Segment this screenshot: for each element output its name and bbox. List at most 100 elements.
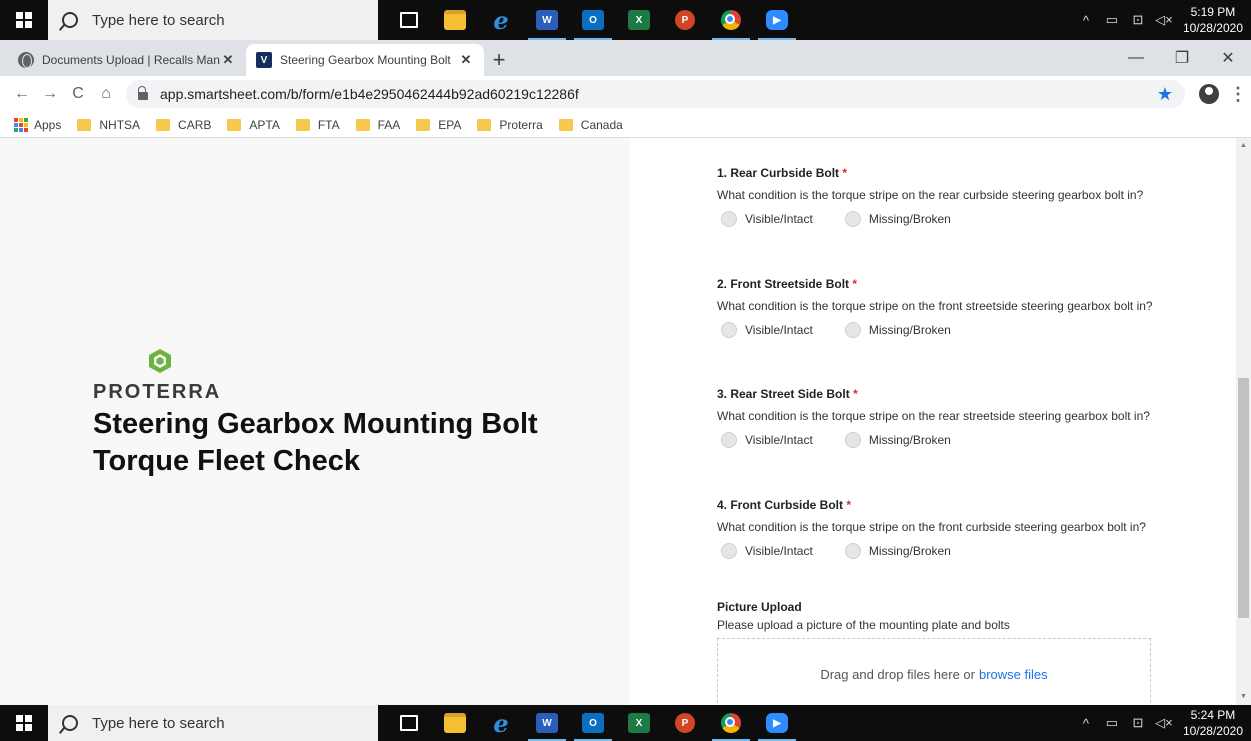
question-title: 1. Rear Curbside Bolt * [717,166,1157,180]
clock-date: 10/28/2020 [1182,21,1243,35]
radio-button[interactable] [844,211,861,227]
bookmark-star-icon[interactable]: ★ [1157,84,1173,105]
chrome-button[interactable] [708,0,754,40]
battery-icon[interactable]: ▭ [1099,12,1125,28]
radio-label: Missing/Broken [868,433,951,447]
excel-button[interactable]: X [616,0,662,40]
taskbar-search-box[interactable]: Type here to search [48,705,378,741]
restore-button[interactable]: ❐ [1159,40,1205,76]
outlook-icon: O [582,713,604,733]
radio-button[interactable] [844,322,861,338]
outlook-button[interactable]: O [570,705,616,741]
radio-option-visible[interactable]: Visible/Intact [717,211,813,227]
excel-button[interactable]: X [616,705,662,741]
radio-button[interactable] [721,432,737,448]
bookmark-carb[interactable]: CARB [156,118,211,132]
radio-option-visible[interactable]: Visible/Intact [717,432,813,448]
chevron-up-icon[interactable]: ^ [1073,716,1099,731]
required-marker: * [853,387,858,401]
internet-explorer-button[interactable]: e [478,0,524,40]
browse-files-link[interactable]: browse files [979,667,1048,705]
radio-option-visible[interactable]: Visible/Intact [717,543,813,559]
bookmark-nhtsa[interactable]: NHTSA [77,118,140,132]
system-tray: ^ ▭ ⊡ ◁× 5:24 PM 10/28/2020 [1073,705,1251,741]
radio-button[interactable] [721,211,737,227]
radio-option-missing[interactable]: Missing/Broken [841,432,951,448]
scrollbar-thumb[interactable] [1238,378,1249,618]
profile-avatar-icon[interactable] [1199,84,1219,104]
radio-button[interactable] [844,543,861,559]
radio-option-missing[interactable]: Missing/Broken [841,322,951,338]
taskbar-bottom: Type here to search e W O X P ▶ ^ ▭ ⊡ ◁×… [0,705,1251,741]
task-view-button[interactable] [386,0,432,40]
network-icon[interactable]: ⊡ [1125,12,1151,28]
new-tab-button[interactable]: + [484,44,514,76]
outlook-button[interactable]: O [570,0,616,40]
more-menu-icon[interactable]: ⋮ [1229,84,1247,105]
bookmark-faa[interactable]: FAA [355,117,401,132]
tab-documents-upload[interactable]: Documents Upload | Recalls Man ✕ [8,44,246,76]
question-3: 3. Rear Street Side Bolt * What conditio… [717,387,1157,448]
radio-button[interactable] [721,322,737,338]
file-dropzone[interactable]: Drag and drop files here or browse files [717,638,1151,705]
word-button[interactable]: W [524,0,570,40]
chrome-button[interactable] [708,705,754,741]
bookmark-apta[interactable]: APTA [227,118,280,132]
task-view-icon [400,715,418,731]
bookmark-apps[interactable]: Apps [14,117,62,132]
volume-muted-icon[interactable]: ◁× [1151,12,1177,28]
zoom-button[interactable]: ▶ [754,705,800,741]
bookmark-label: FAA [377,117,401,132]
radio-group: Visible/Intact Missing/Broken [717,211,1157,227]
folder-icon [295,118,310,131]
scroll-down-icon[interactable]: ▼ [1236,689,1251,705]
close-tab-icon[interactable]: ✕ [220,52,236,68]
proterra-hex-icon [149,349,171,373]
radio-button[interactable] [721,543,737,559]
file-explorer-button[interactable] [432,0,478,40]
proterra-logo: PROTERRA [93,348,243,404]
taskbar-search-box[interactable]: Type here to search [48,0,378,40]
scroll-up-icon[interactable]: ▲ [1236,138,1251,154]
zoom-button[interactable]: ▶ [754,0,800,40]
minimize-button[interactable]: — [1113,40,1159,76]
volume-muted-icon[interactable]: ◁× [1151,715,1177,731]
reload-button[interactable]: C [64,85,92,103]
close-tab-icon[interactable]: ✕ [458,52,474,68]
clock[interactable]: 5:24 PM 10/28/2020 [1177,707,1251,739]
radio-option-missing[interactable]: Missing/Broken [841,211,951,227]
bookmark-fta[interactable]: FTA [295,118,340,132]
battery-icon[interactable]: ▭ [1099,715,1125,731]
internet-explorer-button[interactable]: e [478,705,524,741]
close-window-button[interactable]: ✕ [1205,40,1251,76]
address-bar[interactable]: app.smartsheet.com/b/form/e1b4e295046244… [126,80,1185,108]
page-scrollbar[interactable]: ▲ ▼ [1236,138,1251,705]
bookmark-label: Apps [34,117,62,132]
question-4: 4. Front Curbside Bolt * What condition … [717,498,1157,559]
bookmark-epa[interactable]: EPA [416,118,461,132]
start-button[interactable] [0,0,48,40]
radio-group: Visible/Intact Missing/Broken [717,432,1157,448]
forward-button[interactable]: → [36,85,64,103]
start-button[interactable] [0,705,48,741]
upload-description: Please upload a picture of the mounting … [717,618,1010,632]
word-button[interactable]: W [524,705,570,741]
radio-option-visible[interactable]: Visible/Intact [717,322,813,338]
question-title-text: 2. Front Streetside Bolt [717,277,850,291]
question-title-text: 1. Rear Curbside Bolt [717,166,840,180]
bookmark-proterra[interactable]: Proterra [477,118,543,132]
question-2: 2. Front Streetside Bolt * What conditio… [717,277,1157,338]
task-view-button[interactable] [386,705,432,741]
home-button[interactable]: ⌂ [92,85,120,103]
radio-button[interactable] [844,432,861,448]
clock[interactable]: 5:19 PM 10/28/2020 [1177,4,1251,36]
chevron-up-icon[interactable]: ^ [1073,13,1099,28]
powerpoint-button[interactable]: P [662,705,708,741]
file-explorer-button[interactable] [432,705,478,741]
back-button[interactable]: ← [8,85,36,103]
network-icon[interactable]: ⊡ [1125,715,1151,731]
powerpoint-button[interactable]: P [662,0,708,40]
radio-option-missing[interactable]: Missing/Broken [841,543,951,559]
bookmark-canada[interactable]: Canada [558,118,623,132]
tab-steering-gearbox[interactable]: V Steering Gearbox Mounting Bolt ✕ [246,44,484,76]
